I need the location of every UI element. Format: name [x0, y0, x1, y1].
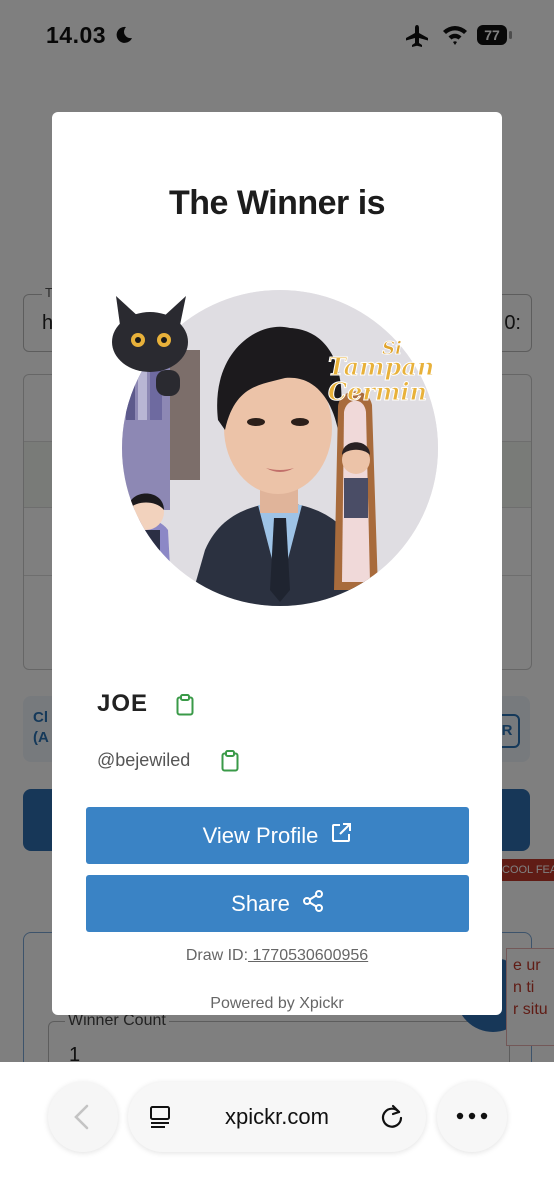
share-button[interactable]: Share — [86, 875, 469, 932]
address-bar[interactable]: xpickr.com — [128, 1082, 426, 1152]
external-link-icon — [330, 822, 352, 850]
copy-handle-clipboard-icon[interactable] — [221, 750, 239, 777]
photo-caption-line3: Cermin — [328, 377, 427, 406]
winner-name: JOE — [97, 690, 149, 717]
more-icon — [456, 1112, 488, 1120]
modal-title: The Winner is — [168, 184, 386, 222]
view-profile-label: View Profile — [202, 822, 319, 848]
winner-avatar: Si Tampan Cermin — [110, 290, 440, 620]
share-icon — [302, 889, 324, 918]
more-button[interactable] — [437, 1082, 507, 1152]
winner-handle: @bejewiled — [97, 750, 191, 770]
draw-id-link[interactable]: 1770530600956 — [248, 947, 368, 964]
back-button[interactable] — [48, 1082, 118, 1152]
view-profile-button[interactable]: View Profile — [86, 807, 469, 864]
winner-modal: The Winner is Si Tampan Cermin JOE @beje… — [52, 112, 502, 1015]
share-label: Share — [231, 890, 290, 916]
powered-by: Powered by Xpickr — [210, 995, 344, 1012]
draw-id: Draw ID: 1770530600956 — [52, 947, 502, 965]
copy-name-clipboard-icon[interactable] — [176, 694, 194, 721]
draw-id-label: Draw ID: — [185, 947, 249, 964]
chevron-left-icon — [72, 1104, 92, 1135]
browser-toolbar: xpickr.com — [0, 1062, 554, 1199]
reload-icon[interactable] — [379, 1104, 405, 1135]
